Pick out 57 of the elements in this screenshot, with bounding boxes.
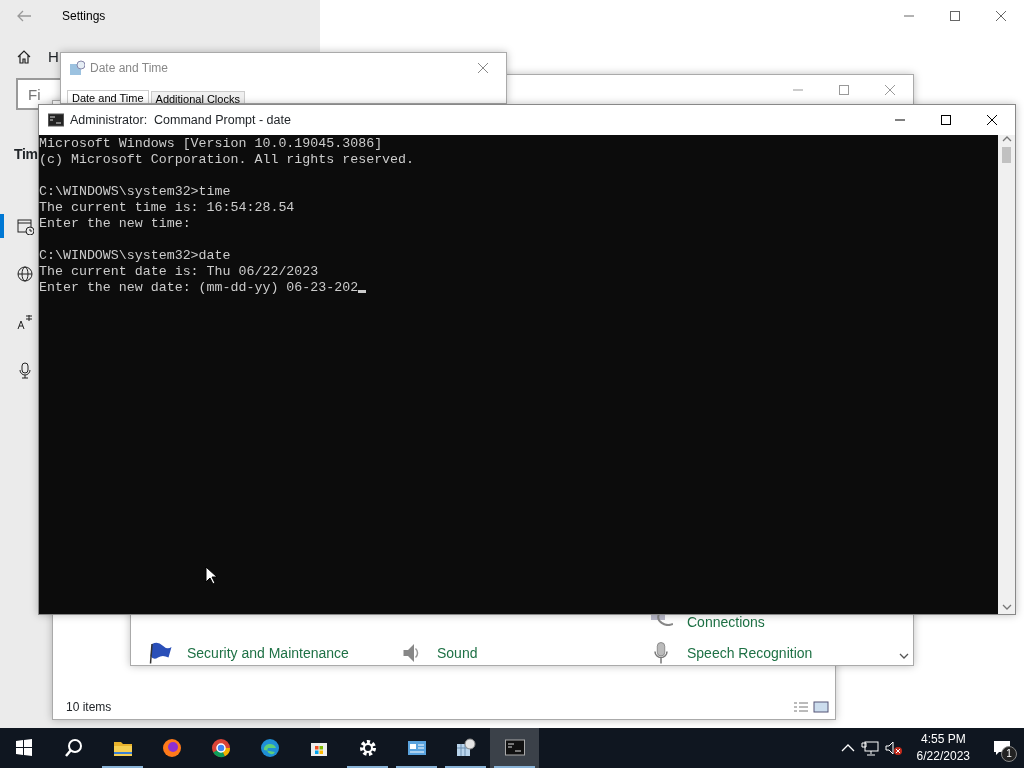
- tab[interactable]: Additional Clocks: [150, 91, 245, 103]
- globe-icon[interactable]: [16, 265, 34, 283]
- console-line: The current time is: 16:54:28.54: [39, 200, 296, 216]
- close-icon: [477, 62, 489, 74]
- search-icon[interactable]: [63, 738, 84, 758]
- notification-button[interactable]: 1: [984, 728, 1020, 768]
- console-line: Microsoft Windows [Version 10.0.19045.3086]: [39, 136, 384, 152]
- tab[interactable]: Date and Time: [67, 90, 149, 103]
- network-icon[interactable]: [860, 740, 879, 756]
- taskbar-button[interactable]: [490, 728, 539, 768]
- back-arrow-icon: [16, 8, 32, 24]
- maximize-icon[interactable]: [940, 114, 952, 126]
- window-title: Settings: [62, 8, 106, 25]
- chrome-icon[interactable]: [210, 738, 231, 758]
- home-link[interactable]: H: [48, 45, 59, 69]
- date-text: 6/22/2023: [916, 748, 970, 765]
- firefox-icon[interactable]: [161, 738, 182, 758]
- start-icon[interactable]: [14, 738, 35, 758]
- console-icon[interactable]: [504, 738, 525, 758]
- edge-icon[interactable]: [259, 738, 280, 758]
- scroll-down-icon[interactable]: [899, 652, 909, 660]
- flag-icon[interactable]: [149, 641, 173, 665]
- control-panel-link[interactable]: Connections: [687, 614, 765, 631]
- control-panel-link[interactable]: Sound: [437, 644, 478, 662]
- notification-count: 1: [1001, 746, 1017, 762]
- chevron-up-icon[interactable]: [840, 743, 855, 753]
- console-line: The current date is: Thu 06/22/2023: [39, 264, 320, 280]
- calendar-icon[interactable]: [16, 217, 34, 235]
- window-title: Administrator: Command Prompt - date: [70, 111, 291, 129]
- console-line: (c) Microsoft Corporation. All rights reserved.: [39, 152, 416, 168]
- text-cursor: [358, 290, 367, 293]
- controlpanel-icon[interactable]: [406, 738, 427, 758]
- mouse-pointer-icon: [205, 566, 217, 585]
- close-icon[interactable]: [986, 114, 998, 126]
- scrollbar[interactable]: [998, 135, 1015, 614]
- window-title: Date and Time: [90, 60, 169, 77]
- console-line: Enter the new date: (mm-dd-yy) 06-23-202: [39, 280, 998, 296]
- console-line: C:\WINDOWS\system32>date: [39, 248, 232, 264]
- console-line: Enter the new time:: [39, 216, 192, 232]
- section-heading: Tim: [14, 145, 38, 164]
- time-text: 4:55 PM: [919, 731, 967, 748]
- control-panel-link[interactable]: Speech Recognition: [687, 644, 813, 662]
- clock[interactable]: 4:55 PM 6/22/2023: [908, 731, 978, 765]
- clock-calendar-icon: [69, 60, 85, 76]
- scroll-down-icon[interactable]: [1001, 603, 1012, 611]
- scroll-up-icon[interactable]: [1001, 135, 1012, 143]
- language-icon[interactable]: [16, 313, 34, 331]
- microphone-icon[interactable]: [16, 361, 34, 379]
- scroll-thumb[interactable]: [1002, 147, 1011, 163]
- home-icon: [16, 49, 32, 65]
- console-icon: [48, 113, 64, 127]
- datetime-icon[interactable]: [455, 738, 476, 758]
- control-panel-link[interactable]: Security and Maintenance: [187, 644, 349, 662]
- console-line: C:\WINDOWS\system32>time: [39, 184, 232, 200]
- status-text: 10 items: [66, 699, 112, 716]
- volume-muted-icon[interactable]: [884, 740, 903, 756]
- gear-icon[interactable]: [357, 738, 378, 758]
